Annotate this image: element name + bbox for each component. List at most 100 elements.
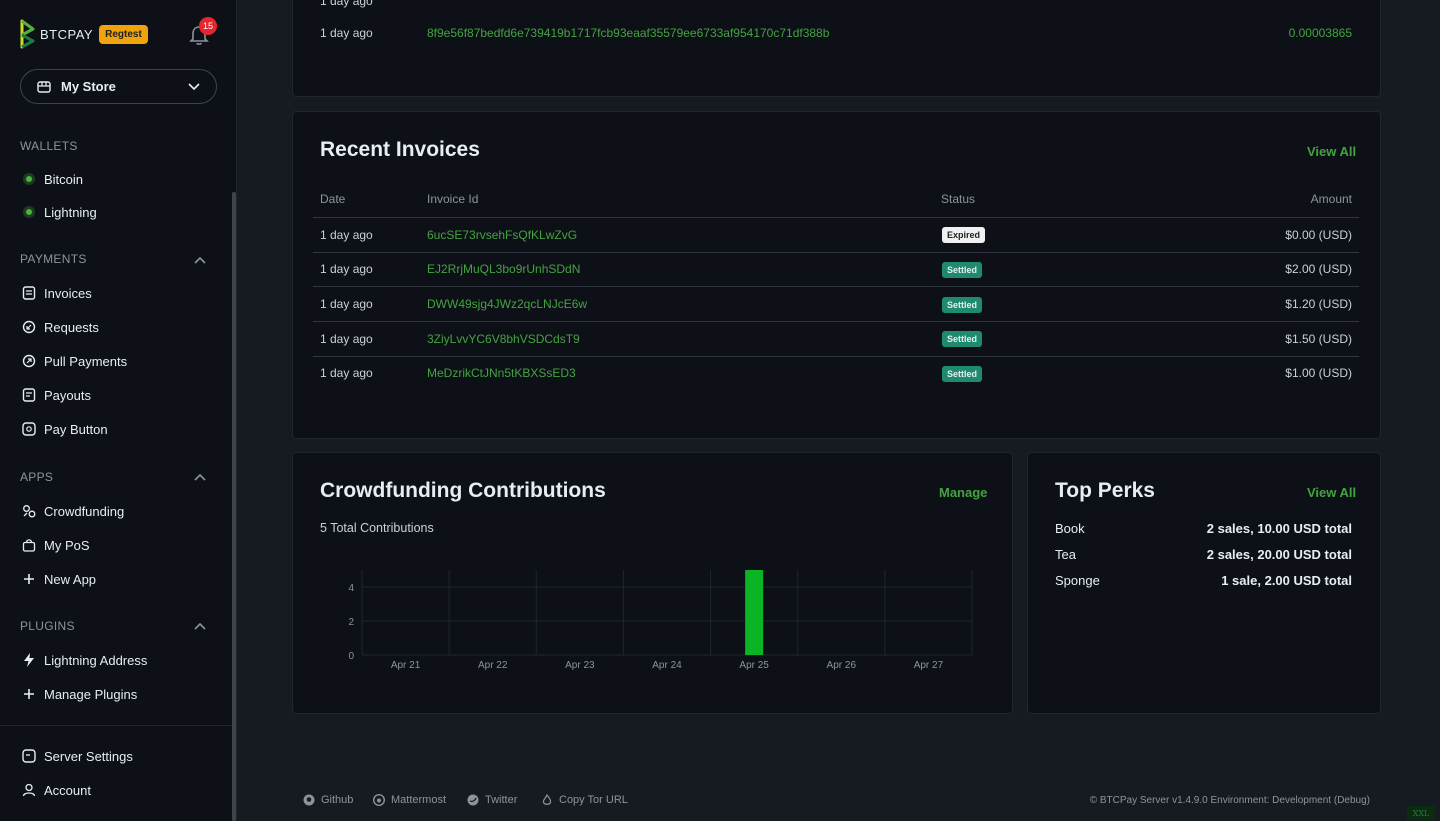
sidebar-divider: [0, 725, 236, 726]
x-tick-label: Apr 26: [827, 660, 857, 671]
sidebar-item-label: Lightning: [44, 204, 97, 220]
perk-row: Book 2 sales, 10.00 USD total: [1055, 521, 1352, 536]
sidebar-item-label: New App: [44, 571, 97, 587]
perk-row: Sponge 1 sale, 2.00 USD total: [1055, 573, 1352, 588]
sidebar-item-label: Pay Button: [44, 421, 108, 437]
invoice-date: 1 day ago: [320, 332, 373, 346]
transaction-date-partial: 1 day ago: [320, 0, 373, 8]
table-divider: [313, 252, 1359, 253]
payout-icon: [22, 388, 36, 402]
section-wallets: WALLETS: [20, 139, 78, 153]
sidebar-item-label: Invoices: [44, 285, 92, 301]
x-tick-label: Apr 24: [652, 660, 682, 671]
perk-name: Book: [1055, 521, 1085, 536]
column-amount: Amount: [1310, 192, 1352, 206]
footer-link-label: Mattermost: [391, 794, 447, 806]
invoice-date: 1 day ago: [320, 297, 373, 311]
transaction-id-link[interactable]: 8f9e56f87bedfd6e739419b1717fcb93eaaf3557…: [427, 26, 829, 40]
sidebar-item-label: Server Settings: [44, 748, 133, 764]
sidebar-item-pull-payments[interactable]: Pull Payments: [22, 351, 127, 371]
invoice-id-link[interactable]: 6ucSE73rvsehFsQfKLwZvG: [427, 228, 577, 242]
x-tick-label: Apr 22: [478, 660, 508, 671]
sidebar-item-my-pos[interactable]: My PoS: [22, 535, 90, 555]
sidebar-item-label: Crowdfunding: [44, 503, 125, 519]
sidebar-item-label: My PoS: [44, 537, 90, 553]
crowdfunding-manage-link[interactable]: Manage: [939, 485, 987, 500]
user-icon: [22, 783, 36, 797]
footer-link-label: Github: [321, 794, 354, 806]
sidebar-scrollbar[interactable]: [232, 192, 236, 821]
table-divider: [313, 356, 1359, 357]
chevron-up-icon[interactable]: [194, 256, 206, 264]
invoice-id-link[interactable]: 3ZiyLvvYC6V8bhVSDCdsT9: [427, 332, 580, 346]
y-tick-label: 4: [348, 583, 354, 594]
pull-payment-icon: [22, 354, 36, 368]
invoice-amount: $1.50 (USD): [1285, 332, 1352, 346]
transaction-amount: 0.00003865: [1288, 26, 1352, 40]
sidebar-item-bitcoin[interactable]: Bitcoin: [22, 169, 83, 189]
sidebar-item-lightning-address[interactable]: Lightning Address: [22, 650, 147, 670]
notifications-count-badge: 15: [199, 17, 217, 35]
crowdfunding-icon: [22, 504, 36, 518]
sidebar-item-lightning[interactable]: Lightning: [22, 202, 97, 222]
invoice-icon: [22, 286, 36, 300]
sidebar-item-crowdfunding[interactable]: Crowdfunding: [22, 501, 124, 521]
footer-link-mattermost[interactable]: Mattermost: [373, 794, 446, 806]
invoice-id-link[interactable]: EJ2RrjMuQL3bo9rUnhSDdN: [427, 262, 580, 276]
sidebar-item-account[interactable]: Account: [22, 780, 91, 800]
x-tick-label: Apr 25: [739, 660, 769, 671]
sidebar-item-manage-plugins[interactable]: Manage Plugins: [22, 684, 137, 704]
invoice-date: 1 day ago: [320, 228, 373, 242]
footer-copyright: © BTCPay Server v1.4.9.0 Environment: De…: [1089, 795, 1370, 806]
total-contributions: 5 Total Contributions: [320, 521, 434, 535]
sidebar-item-invoices[interactable]: Invoices: [22, 283, 92, 303]
footer-link-github[interactable]: Github: [303, 794, 353, 806]
table-divider: [313, 321, 1359, 322]
status-badge: Expired: [942, 227, 986, 243]
sidebar: BTCPAY Regtest 15 My Store WALLETS Bitco…: [0, 0, 237, 821]
sidebar-item-new-app[interactable]: New App: [22, 569, 96, 589]
sidebar-item-label: Account: [44, 782, 91, 798]
column-status: Status: [941, 192, 976, 206]
section-payments: PAYMENTS: [20, 252, 87, 266]
perks-view-all-link[interactable]: View All: [1307, 485, 1356, 500]
transaction-date: 1 day ago: [320, 26, 373, 40]
footer-link-twitter[interactable]: Twitter: [467, 794, 517, 806]
twitter-icon: [467, 794, 479, 806]
section-apps: APPS: [20, 470, 54, 484]
invoice-amount: $1.00 (USD): [1285, 366, 1352, 380]
sidebar-item-label: Bitcoin: [44, 171, 84, 187]
status-dot-icon: [23, 173, 35, 185]
footer-link-copy-tor-url[interactable]: Copy Tor URL: [541, 794, 628, 806]
invoices-view-all-link[interactable]: View All: [1307, 144, 1356, 159]
chevron-down-icon: [188, 82, 200, 90]
perk-value: 2 sales, 20.00 USD total: [1206, 547, 1352, 562]
perk-value: 2 sales, 10.00 USD total: [1206, 521, 1352, 536]
footer-link-label: Copy Tor URL: [559, 794, 628, 806]
brand-logo[interactable]: BTCPAY Regtest: [20, 18, 148, 50]
chevron-up-icon[interactable]: [194, 473, 206, 481]
invoice-id-link[interactable]: MeDzrikCtJNn5tKBXSsED3: [427, 366, 576, 380]
store-selector[interactable]: My Store: [20, 69, 217, 104]
recent-invoices-title: Recent Invoices: [320, 138, 480, 161]
x-tick-label: Apr 27: [914, 660, 944, 671]
invoice-id-link[interactable]: DWW49sjg4JWz2qcLNJcE6w: [427, 297, 587, 311]
column-date: Date: [320, 192, 346, 206]
invoice-date: 1 day ago: [320, 366, 373, 380]
invoice-amount: $2.00 (USD): [1285, 262, 1352, 276]
top-perks-title: Top Perks: [1055, 479, 1155, 502]
mattermost-icon: [373, 794, 385, 806]
plus-icon: [22, 687, 36, 701]
pay-button-icon: [22, 422, 36, 436]
sidebar-item-requests[interactable]: Requests: [22, 317, 99, 337]
sidebar-item-server-settings[interactable]: Server Settings: [22, 746, 133, 766]
crowdfunding-title: Crowdfunding Contributions: [320, 479, 606, 502]
column-invoice-id: Invoice Id: [427, 192, 479, 206]
invoice-amount: $0.00 (USD): [1285, 228, 1352, 242]
y-tick-label: 2: [348, 617, 354, 628]
sidebar-item-pay-button[interactable]: Pay Button: [22, 419, 108, 439]
sidebar-item-payouts[interactable]: Payouts: [22, 385, 91, 405]
chevron-up-icon[interactable]: [194, 622, 206, 630]
store-name: My Store: [61, 79, 116, 94]
x-tick-label: Apr 23: [565, 660, 595, 671]
